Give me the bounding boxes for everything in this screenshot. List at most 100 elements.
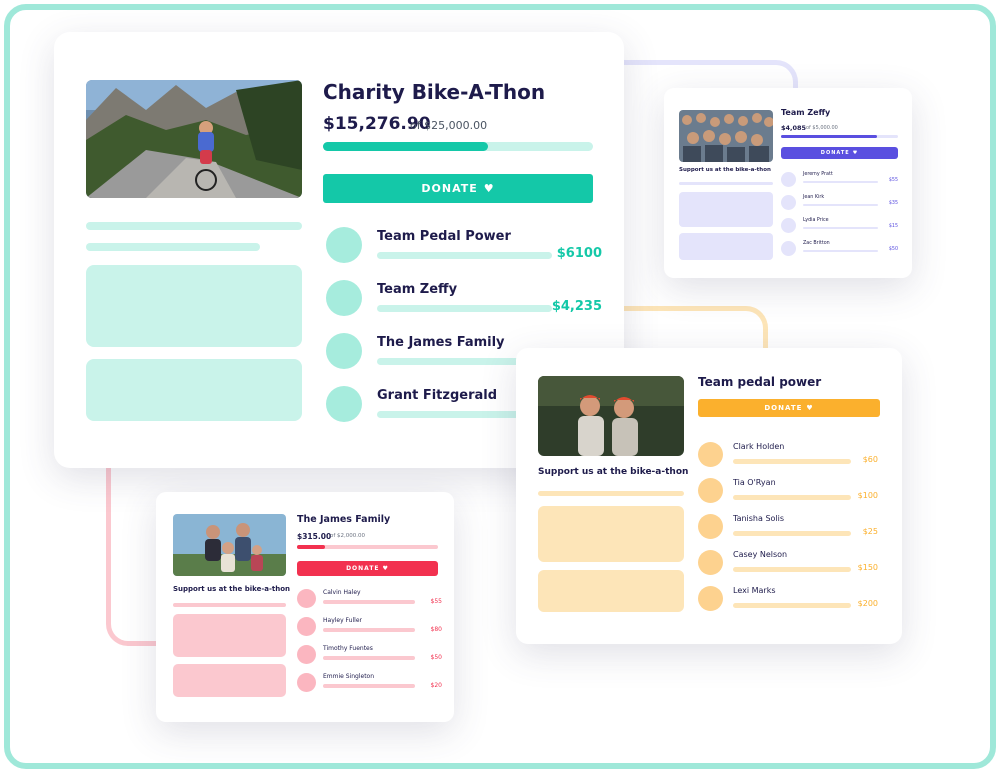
james-goal: of $2,000.00	[330, 533, 366, 539]
donor-avatar	[781, 218, 796, 233]
donor-amount: $55	[430, 598, 442, 605]
donor-avatar	[297, 645, 316, 664]
donor-name: Calvin Haley	[323, 589, 361, 596]
donor-amount: $35	[888, 201, 898, 206]
donor-name: Casey Nelson	[733, 550, 788, 559]
donor-avatar	[781, 241, 796, 256]
illustration-frame: Charity Bike-A-Thon $15,276.90 of $25,00…	[4, 4, 996, 769]
donor-name: Emmie Singleton	[323, 673, 375, 680]
placeholder-line	[86, 243, 260, 251]
donor-amount: $25	[862, 527, 878, 536]
donor-progress-bar	[323, 684, 415, 688]
team-name: Grant Fitzgerald	[377, 388, 498, 403]
crowd-photo	[679, 110, 773, 162]
donor-name: Tanisha Solis	[733, 514, 785, 523]
james-progress-bar	[297, 545, 438, 549]
donor-progress-bar	[323, 628, 415, 632]
donor-progress-bar	[803, 227, 878, 229]
team-progress-bar	[377, 252, 552, 259]
donor-avatar	[698, 478, 723, 503]
heart-icon: ♥	[483, 182, 495, 195]
james-support-text: Support us at the bike-a-thon	[173, 585, 290, 593]
placeholder-block	[173, 614, 286, 657]
team-name: The James Family	[377, 335, 505, 350]
donor-name: Lydia Price	[803, 218, 829, 223]
donor-progress-bar	[733, 567, 851, 572]
donor-progress-bar	[323, 600, 415, 604]
donor-name: Jeremy Pratt	[803, 172, 833, 177]
zeffy-title: Team Zeffy	[781, 108, 831, 117]
placeholder-line	[86, 222, 302, 230]
donor-name: Hayley Fuller	[323, 617, 362, 624]
donor-avatar	[781, 195, 796, 210]
team-progress-bar	[377, 305, 552, 312]
team-photo	[538, 376, 684, 456]
team-avatar	[326, 386, 362, 422]
donor-avatar	[297, 589, 316, 608]
donor-amount: $80	[430, 626, 442, 633]
pedal-donate-button[interactable]: DONATE ♥	[698, 399, 880, 417]
pedal-donate-label: DONATE	[764, 404, 803, 412]
donor-avatar	[781, 172, 796, 187]
campaign-progress-bar	[323, 142, 593, 151]
team-avatar	[326, 333, 362, 369]
placeholder-block	[679, 192, 773, 227]
donor-progress-bar	[803, 204, 878, 206]
zeffy-raised: $4,085	[781, 124, 807, 132]
campaign-title: Charity Bike-A-Thon	[323, 80, 546, 104]
team-avatar	[326, 280, 362, 316]
donor-progress-bar	[803, 250, 878, 252]
zeffy-donate-label: DONATE	[820, 150, 850, 156]
donor-amount: $20	[430, 682, 442, 689]
placeholder-block	[538, 506, 684, 562]
goal-text: of $25,000.00	[410, 119, 488, 132]
donor-progress-bar	[733, 459, 851, 464]
donor-progress-bar	[733, 603, 851, 608]
james-donate-button[interactable]: DONATE ♥	[297, 561, 438, 576]
family-photo	[173, 514, 286, 576]
donor-progress-bar	[733, 495, 851, 500]
donor-amount: $15	[888, 224, 898, 229]
zeffy-goal: of $5,000.00	[806, 125, 838, 131]
donor-name: Tia O'Ryan	[733, 478, 776, 487]
placeholder-line	[538, 491, 684, 496]
donate-label: DONATE	[421, 182, 478, 195]
donor-avatar	[297, 617, 316, 636]
team-zeffy-card: Team Zeffy $4,085 of $5,000.00 DONATE ♥ …	[664, 88, 912, 278]
donate-button[interactable]: DONATE ♥	[323, 174, 593, 203]
placeholder-line	[679, 182, 773, 185]
heart-icon: ♥	[382, 565, 389, 572]
donor-name: Jean Kirk	[803, 195, 825, 200]
team-name: Team Pedal Power	[377, 229, 511, 244]
heart-icon: ♥	[806, 404, 814, 412]
zeffy-support-text: Support us at the bike-a-thon	[679, 167, 771, 173]
team-avatar	[326, 227, 362, 263]
placeholder-line	[173, 603, 286, 607]
donor-avatar	[698, 514, 723, 539]
pedal-support-text: Support us at the bike-a-thon	[538, 467, 689, 477]
donor-amount: $50	[430, 654, 442, 661]
placeholder-block	[86, 265, 302, 347]
placeholder-block	[86, 359, 302, 421]
donor-amount: $200	[857, 599, 878, 608]
james-raised: $315.00	[297, 532, 332, 541]
heart-icon: ♥	[852, 150, 859, 156]
donor-avatar	[698, 550, 723, 575]
donor-progress-bar	[323, 656, 415, 660]
donor-avatar	[297, 673, 316, 692]
zeffy-progress-bar	[781, 135, 898, 138]
team-amount: $4,235	[551, 299, 602, 314]
cyclist-photo	[86, 80, 302, 198]
placeholder-block	[173, 664, 286, 697]
placeholder-block	[538, 570, 684, 612]
team-amount: $6100	[556, 246, 602, 261]
james-family-card: The James Family $315.00 of $2,000.00 DO…	[156, 492, 454, 722]
donor-name: Zac Britton	[803, 241, 830, 246]
pedal-title: Team pedal power	[698, 375, 822, 389]
donor-amount: $50	[888, 247, 898, 252]
donor-amount: $150	[857, 563, 878, 572]
donor-amount: $100	[857, 491, 878, 500]
donor-name: Timothy Fuentes	[323, 645, 373, 652]
donor-progress-bar	[803, 181, 878, 183]
zeffy-donate-button[interactable]: DONATE ♥	[781, 147, 898, 159]
